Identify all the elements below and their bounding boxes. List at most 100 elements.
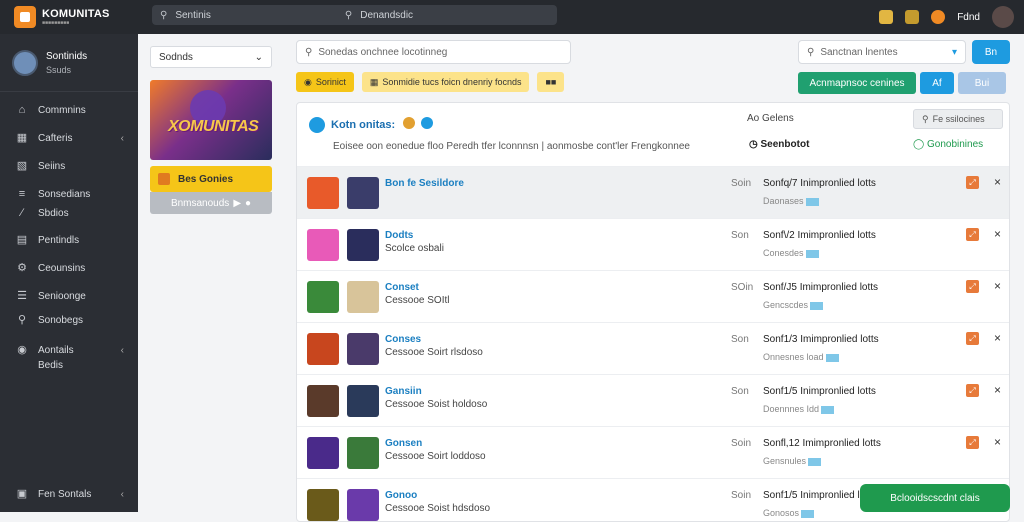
expand-icon[interactable]: ⤢ xyxy=(966,436,979,449)
game-thumbnail[interactable] xyxy=(307,385,339,417)
filter-chip-3[interactable]: ■■ xyxy=(537,72,565,92)
expand-icon[interactable]: ⤢ xyxy=(966,280,979,293)
search-icon: ⚲ xyxy=(160,9,168,21)
sidebar-item-1[interactable]: ⌂ Commnins xyxy=(0,96,138,124)
close-icon[interactable]: × xyxy=(994,175,1001,189)
top-search-bar[interactable]: ⚲ Sentinis ⚲ Denandsdic xyxy=(152,5,557,25)
row-title[interactable]: Bon fe Sesildore xyxy=(385,178,464,189)
row-value: Sonf\/2 Imimpronlied lotts xyxy=(763,230,876,241)
clock-icon: ◷ xyxy=(749,139,761,150)
row-subtitle: Cessooe Soist hdsdoso xyxy=(385,503,491,514)
search-icon: ⚲ xyxy=(922,113,929,124)
row-subtitle: Cessooe Soirt rlsdoso xyxy=(385,347,483,358)
game-thumbnail[interactable] xyxy=(347,229,379,261)
game-thumbnail[interactable] xyxy=(307,489,339,521)
row-title[interactable]: Gonsen xyxy=(385,438,422,449)
sidebar-item-7[interactable]: ⚙ Ceounsins xyxy=(0,254,138,282)
game-thumbnail[interactable] xyxy=(347,333,379,365)
search-icon: ⚲ xyxy=(305,46,313,58)
row-title[interactable]: Dodts xyxy=(385,230,413,241)
row-title[interactable]: Gonoo xyxy=(385,490,417,501)
list-item[interactable]: Gonsen Cessooe Soirt loddoso Soin Sonfl,12 … xyxy=(297,427,1009,479)
game-thumbnail[interactable] xyxy=(347,489,379,521)
column-label: Ao Gelens xyxy=(747,113,794,124)
game-thumbnail[interactable] xyxy=(347,437,379,469)
filter-chip-1[interactable]: ◉ Sorinict xyxy=(296,72,354,92)
sidebar-item-9[interactable]: ⚲ Sonobegs xyxy=(0,306,138,334)
chevron-icon: ‹ xyxy=(120,488,124,500)
game-thumbnail[interactable] xyxy=(307,229,339,261)
game-thumbnail[interactable] xyxy=(307,177,339,209)
close-icon[interactable]: × xyxy=(994,383,1001,397)
row-title[interactable]: Conses xyxy=(385,334,421,345)
sidebar-profile[interactable]: Sontinids Ssuds xyxy=(0,34,138,92)
search-icon: ⚲ xyxy=(807,46,815,58)
close-icon[interactable]: × xyxy=(994,227,1001,241)
tag-icon xyxy=(810,301,824,310)
promo-banner[interactable]: XOMUNITAS xyxy=(150,80,272,160)
user-label[interactable]: Fdnd xyxy=(957,12,980,23)
row-quantity: Soin xyxy=(731,178,752,189)
tag-icon xyxy=(808,457,822,466)
sidebar-item-11[interactable]: Bedis xyxy=(0,358,138,372)
game-thumbnail[interactable] xyxy=(347,281,379,313)
list-item[interactable]: Bon fe Sesildore Soin Sonfq/7 Inimpronlied… xyxy=(297,167,1009,219)
close-icon[interactable]: × xyxy=(994,331,1001,345)
close-icon[interactable]: × xyxy=(994,279,1001,293)
logo[interactable]: KOMUNITAS ■■■■■■■■■ xyxy=(0,6,150,28)
filter-chip-2[interactable]: ▦ Sonmidie tucs foicn dnenriy focnds xyxy=(361,72,530,92)
list-item[interactable]: Conset Cessooe SOItl SOin Sonf/J5 Imimpronl… xyxy=(297,271,1009,323)
secondary-button[interactable]: Bnmsanouds ▶ ● xyxy=(150,192,272,214)
search-input[interactable]: ⚲ Sonedas onchnee locotinneg xyxy=(296,40,571,64)
dropdown-icon: ▾ xyxy=(951,46,957,58)
row-value: Sonf/J5 Imimpronlied lotts xyxy=(763,282,879,293)
chart-icon[interactable] xyxy=(879,10,894,24)
sidebar-item-2[interactable]: ▦ Cafteris ‹ xyxy=(0,124,138,152)
sidebar-item-3[interactable]: ▧ Seiins xyxy=(0,152,138,180)
list-item[interactable]: Gansiin Cessooe Soist holdoso Son Sonf1/5 I… xyxy=(297,375,1009,427)
close-icon[interactable]: × xyxy=(994,435,1001,449)
list-item[interactable]: Conses Cessooe Soirt rlsdoso Son Sonf1/3 Im… xyxy=(297,323,1009,375)
row-quantity: Son xyxy=(731,230,749,241)
sidebar-item-5[interactable]: ∕ Sbdios xyxy=(0,204,138,222)
list-item[interactable]: Dodts Scolce osbali Son Sonf\/2 Imimpronlie… xyxy=(297,219,1009,271)
game-thumbnail[interactable] xyxy=(347,177,379,209)
badge-icon xyxy=(403,117,415,129)
sidebar-item-6[interactable]: ▤ Pentindls xyxy=(0,226,138,254)
game-thumbnail[interactable] xyxy=(307,437,339,469)
sort-button[interactable]: Bn xyxy=(972,40,1010,64)
expand-icon[interactable]: ⤢ xyxy=(966,332,979,345)
green-action-button[interactable]: Acnmapnsoc cenines xyxy=(798,72,916,94)
top-search-tab-1[interactable]: Sentinis xyxy=(175,10,211,21)
game-thumbnail[interactable] xyxy=(347,385,379,417)
chart-icon: ▦ xyxy=(369,76,379,87)
row-title[interactable]: Conset xyxy=(385,282,419,293)
toast-button[interactable]: Bclooidscscdnt clais xyxy=(860,484,1010,512)
listing-card: Kotn onitas: Eoisee oon eonedue floo Per… xyxy=(296,102,1010,522)
filter-button[interactable]: ⚲ Fe ssilocines xyxy=(913,109,1003,129)
check-circle-icon: ◯ xyxy=(913,139,927,150)
secondary-action-button[interactable]: Bui xyxy=(958,72,1006,94)
puzzle-icon[interactable] xyxy=(905,10,920,24)
filter-select[interactable]: Sodnds ⌄ xyxy=(150,46,272,68)
row-subtitle: Cessooe Soirt loddoso xyxy=(385,451,486,462)
game-thumbnail[interactable] xyxy=(307,281,339,313)
row-title[interactable]: Gansiin xyxy=(385,386,422,397)
status-label-green: ◯ Gonobinines xyxy=(913,139,984,150)
grid-icon: ▦ xyxy=(16,132,28,144)
top-search-tab-2[interactable]: Denandsdic xyxy=(360,10,413,21)
logo-cube-icon xyxy=(14,6,36,28)
expand-icon[interactable]: ⤢ xyxy=(966,176,979,189)
chevron-icon: ‹ xyxy=(120,132,124,144)
game-thumbnail[interactable] xyxy=(307,333,339,365)
expand-icon[interactable]: ⤢ xyxy=(966,384,979,397)
avatar xyxy=(12,49,38,76)
avatar[interactable] xyxy=(992,6,1014,28)
expand-icon[interactable]: ⤢ xyxy=(966,228,979,241)
profile-name: Sontinids xyxy=(46,50,88,62)
edit-button[interactable]: Af xyxy=(920,72,954,94)
notification-icon[interactable] xyxy=(931,10,946,24)
sort-select[interactable]: ⚲ Sanctnan lnentes ▾ xyxy=(798,40,966,64)
sidebar-footer[interactable]: ▣ Fen Sontals ‹ xyxy=(0,480,138,508)
games-button[interactable]: Bes Gonies xyxy=(150,166,272,192)
